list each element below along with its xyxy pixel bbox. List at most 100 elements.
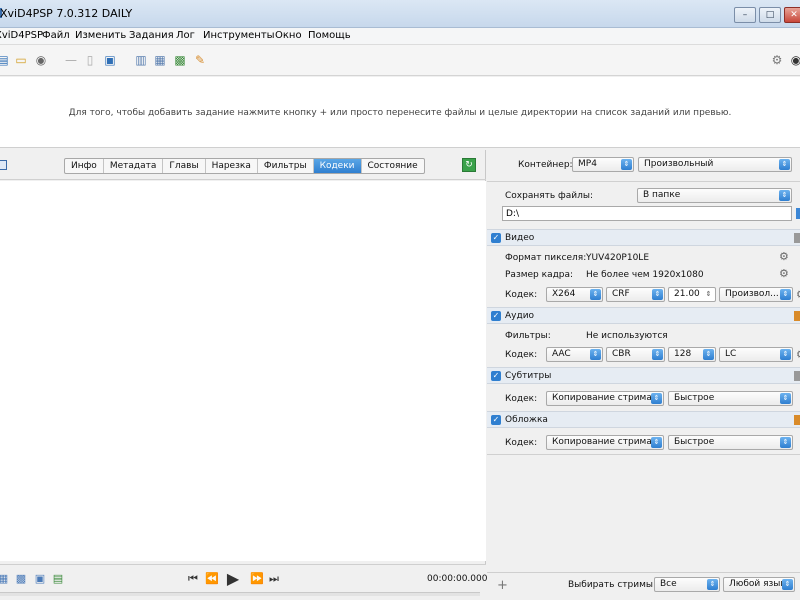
batch-icon[interactable]: ▦ — [153, 53, 167, 67]
chevron-down-icon: ⇕ — [780, 437, 791, 448]
gear-icon[interactable]: ⚙ — [796, 349, 800, 360]
trash-icon[interactable]: ▯ — [83, 53, 97, 67]
container-select[interactable]: MP4 ⇕ — [572, 157, 634, 172]
audio-settings-icon[interactable] — [794, 311, 800, 321]
video-section-header[interactable]: ✓ Видео — [487, 229, 800, 246]
tab-info[interactable]: Инфо — [65, 159, 104, 173]
video-settings-icon[interactable] — [794, 233, 800, 243]
cover-checkbox[interactable]: ✓ — [491, 415, 501, 425]
tab-chapters[interactable]: Главы — [163, 159, 206, 173]
preview-area[interactable] — [0, 181, 486, 561]
list-icon[interactable] — [0, 160, 7, 170]
remove-icon[interactable]: — — [64, 53, 78, 67]
window-title: XviD4PSP 7.0.312 DAILY — [0, 7, 133, 20]
play-icon[interactable]: ▶ — [224, 570, 242, 588]
chevron-down-icon: ⇕ — [621, 159, 632, 170]
browse-icon[interactable] — [796, 208, 800, 219]
subtitles-codec-select[interactable]: Копирование стрима ⇕ — [546, 391, 664, 406]
subtitles-checkbox[interactable]: ✓ — [491, 371, 501, 381]
subtitles-settings-icon[interactable] — [794, 371, 800, 381]
tab-codecs[interactable]: Кодеки — [313, 159, 362, 173]
gear-icon[interactable]: ⚙ — [770, 53, 784, 67]
video-checkbox[interactable]: ✓ — [491, 233, 501, 243]
menu-tools[interactable]: Инструменты — [203, 30, 275, 41]
language-select[interactable]: Любой язык ⇕ — [723, 577, 795, 592]
skip-end-icon[interactable]: ⏭ — [268, 573, 280, 585]
menu-help[interactable]: Помощь — [308, 30, 351, 41]
audio-bitrate-select[interactable]: 128 ⇕ — [668, 347, 716, 362]
screenshot-icon[interactable]: ▤ — [52, 573, 64, 585]
maximize-button[interactable]: □ — [759, 7, 781, 23]
add-stream-button[interactable]: + — [497, 578, 508, 593]
edit-icon[interactable]: ✎ — [193, 53, 207, 67]
audio-section-header[interactable]: ✓ Аудио — [487, 307, 800, 324]
audio-checkbox[interactable]: ✓ — [491, 311, 501, 321]
minimize-button[interactable]: – — [734, 7, 756, 23]
container-mode-select[interactable]: Произвольный ⇕ — [638, 157, 792, 172]
menu-app[interactable]: XviD4PSP — [0, 30, 43, 41]
tab-filters[interactable]: Фильтры — [258, 159, 314, 173]
stepper-icon: ⇕ — [705, 290, 712, 298]
chevron-down-icon: ⇕ — [703, 349, 714, 360]
menu-tasks[interactable]: Задания — [129, 30, 174, 41]
cover-codec-label: Кодек: — [505, 438, 538, 448]
copy-frame-icon[interactable]: ▣ — [34, 573, 46, 585]
audio-codec-select[interactable]: AAC ⇕ — [546, 347, 603, 362]
menu-file[interactable]: Файл — [42, 30, 70, 41]
chevron-down-icon: ⇕ — [779, 159, 790, 170]
subtitles-speed-select[interactable]: Быстрое ⇕ — [668, 391, 793, 406]
fast-forward-icon[interactable]: ⏩ — [250, 573, 264, 585]
seek-bar[interactable] — [0, 592, 480, 596]
video-rc-select[interactable]: CRF ⇕ — [606, 287, 665, 302]
skip-start-icon[interactable]: ⏮ — [187, 573, 199, 585]
copy-icon[interactable]: ▥ — [134, 53, 148, 67]
cover-speed-select[interactable]: Быстрое ⇕ — [668, 435, 793, 450]
cover-section-header[interactable]: ✓ Обложка — [487, 411, 800, 428]
gear-icon[interactable]: ⚙ — [779, 268, 790, 279]
menu-log[interactable]: Лог — [176, 30, 195, 41]
tiles-icon[interactable]: ▩ — [15, 573, 27, 585]
audio-codec-label: Кодек: — [505, 350, 538, 360]
close-button[interactable]: ✕ — [784, 7, 800, 23]
output-path-input[interactable] — [503, 207, 791, 220]
subtitles-codec-label: Кодек: — [505, 394, 538, 404]
chevron-down-icon: ⇕ — [590, 289, 601, 300]
save-location-select[interactable]: В папке ⇕ — [637, 188, 792, 203]
tabs-row: Инфо Метадата Главы Нарезка Фильтры Коде… — [0, 150, 486, 180]
save-file-icon[interactable]: ▣ — [103, 53, 117, 67]
chevron-down-icon: ⇕ — [782, 579, 793, 590]
gear-icon[interactable]: ⚙ — [779, 251, 790, 262]
video-codec-select[interactable]: X264 ⇕ — [546, 287, 603, 302]
tab-cutting[interactable]: Нарезка — [206, 159, 258, 173]
save-icon[interactable]: ▤ — [0, 53, 10, 67]
task-list-area[interactable]: Для того, чтобы добавить задание нажмите… — [0, 77, 800, 148]
open-folder-icon[interactable]: ▭ — [14, 53, 28, 67]
chevron-down-icon: ⇕ — [652, 349, 663, 360]
cover-codec-select[interactable]: Копирование стрима ⇕ — [546, 435, 664, 450]
menu-window[interactable]: Окно — [275, 30, 302, 41]
cover-settings-icon[interactable] — [794, 415, 800, 425]
chevron-down-icon: ⇕ — [780, 393, 791, 404]
menu-edit[interactable]: Изменить — [75, 30, 126, 41]
eye-icon[interactable]: ◉ — [789, 53, 800, 67]
tab-status[interactable]: Состояние — [362, 159, 424, 173]
rewind-icon[interactable]: ⏪ — [205, 573, 219, 585]
refresh-icon[interactable]: ↻ — [462, 158, 476, 172]
frame-size-value: Не более чем 1920x1080 — [586, 270, 704, 280]
picture-icon[interactable]: ▩ — [173, 53, 187, 67]
player-controls: ▦ ▩ ▣ ▤ ⏮ ⏪ ▶ ⏩ ⏭ 00:00:00.000 — [0, 564, 487, 600]
gear-icon[interactable]: ⚙ — [796, 289, 800, 300]
video-rc-value-stepper[interactable]: 21.00 ⇕ — [668, 287, 716, 302]
video-preset-select[interactable]: Произвол... ⇕ — [719, 287, 793, 302]
title-bar: XviD4PSP 7.0.312 DAILY – □ ✕ — [0, 0, 800, 28]
disc-icon[interactable]: ◉ — [34, 53, 48, 67]
tab-metadata[interactable]: Метадата — [104, 159, 164, 173]
audio-rc-select[interactable]: CBR ⇕ — [606, 347, 665, 362]
chevron-down-icon: ⇕ — [779, 190, 790, 201]
streams-select[interactable]: Все ⇕ — [654, 577, 720, 592]
view-icon[interactable]: ▦ — [0, 573, 9, 585]
audio-profile-select[interactable]: LC ⇕ — [719, 347, 793, 362]
output-path-field[interactable] — [502, 206, 792, 221]
subtitles-section-header[interactable]: ✓ Субтитры — [487, 367, 800, 384]
frame-size-label: Размер кадра: — [505, 270, 574, 280]
